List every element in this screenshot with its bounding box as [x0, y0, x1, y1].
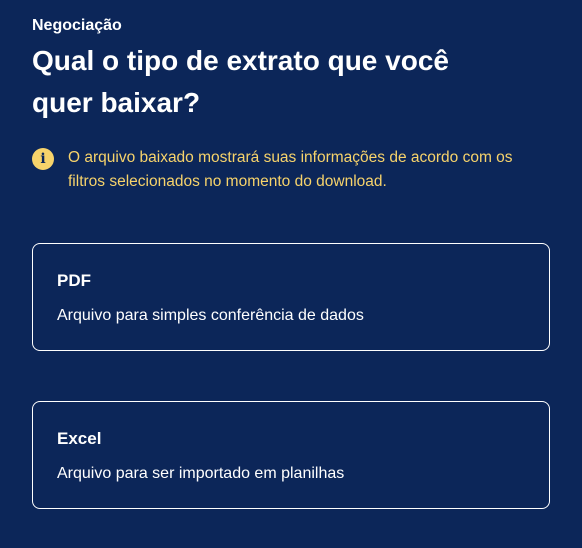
option-pdf-title: PDF: [57, 271, 91, 290]
info-notice-text: O arquivo baixado mostrará suas informaç…: [68, 149, 513, 190]
option-excel-title: Excel: [57, 429, 102, 448]
option-pdf[interactable]: PDF Arquivo para simples conferência de …: [32, 243, 550, 351]
page-eyebrow: Negociação: [32, 17, 122, 34]
option-pdf-description: Arquivo para simples conferência de dado…: [57, 307, 364, 324]
page-title: Qual o tipo de extrato que você quer bai…: [32, 45, 449, 118]
option-excel-description: Arquivo para ser importado em planilhas: [57, 465, 345, 482]
option-excel[interactable]: Excel Arquivo para ser importado em plan…: [32, 401, 550, 509]
info-notice: i O arquivo baixado mostrará suas inform…: [32, 146, 532, 194]
info-icon: i: [32, 148, 54, 170]
